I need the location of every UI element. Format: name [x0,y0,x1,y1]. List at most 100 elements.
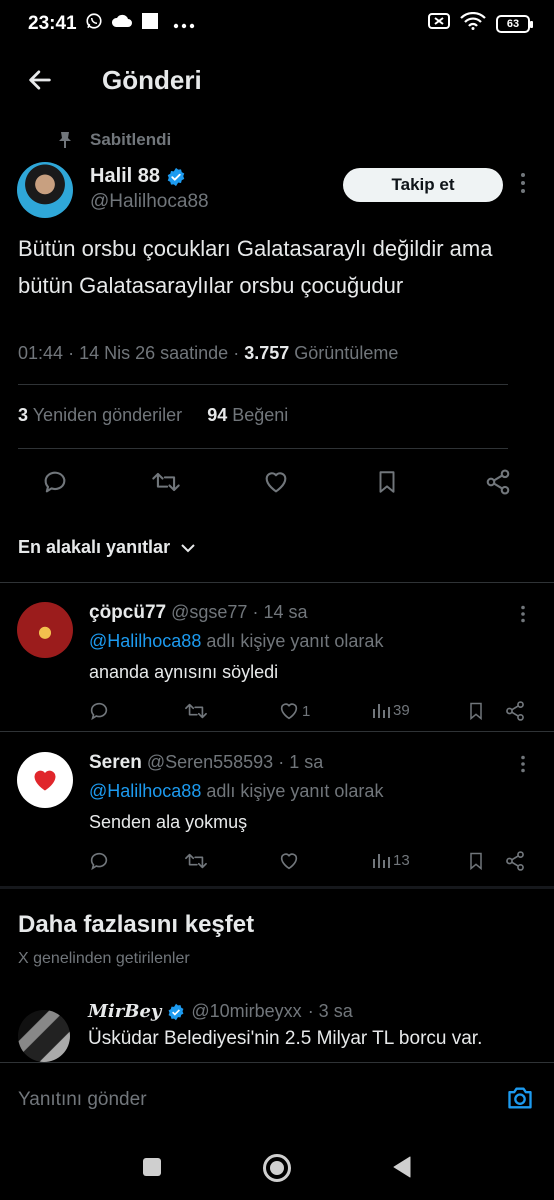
view-count: 39 [393,701,410,719]
reply-item[interactable]: çöpcü77 @sgse77 · 14 sa @Halilhoca88 adl… [0,590,554,730]
repost-icon [185,703,207,719]
tweet-stats: 3 Yeniden gönderiler 94 Beğeni [18,405,288,426]
mention-link[interactable]: @Halilhoca88 [89,781,201,801]
author-handle[interactable]: @Halilhoca88 [90,191,209,213]
reply-button[interactable] [41,468,69,501]
bookmark-button[interactable] [466,700,486,722]
views-button[interactable]: 13 [371,850,410,870]
share-button[interactable] [504,700,526,722]
share-button[interactable] [504,850,526,872]
tweet-meta: 01:44 · 14 Nis 26 saatinde · 3.757 Görün… [18,343,399,363]
reply-text: Senden ala yokmuş [89,812,248,832]
reply-author-handle[interactable]: @sgse77 [171,602,247,622]
repost-button[interactable] [151,468,181,501]
like-count: 1 [302,702,311,720]
reply-author-name[interactable]: Seren [89,752,142,773]
whatsapp-icon [85,12,103,36]
suggested-post[interactable]: MirBey @10mirbeyxx · 3 sa Üsküdar Beledi… [0,998,554,1063]
repost-button[interactable] [184,700,208,722]
explore-subtitle: X genelinden getirilenler [18,950,190,967]
verified-badge-icon [167,167,185,186]
divider [0,731,554,732]
repost-button[interactable] [184,850,208,872]
status-bar: 23:41 63 [0,0,554,48]
reply-age: · 14 sa [252,602,308,622]
tweet-date: 14 Nis 26 saatinde [79,343,229,363]
reply-composer[interactable]: Yanıtını gönder [0,1062,554,1132]
suggested-age: · 3 sa [307,1001,353,1021]
home-button[interactable] [262,1153,292,1188]
verified-badge-icon [168,1003,184,1020]
back-button[interactable] [0,66,80,94]
suggested-post-text: Üsküdar Belediyesi'nin 2.5 Milyar TL bor… [88,1028,483,1049]
recents-button[interactable] [142,1157,162,1182]
square-icon [141,12,159,36]
pinned-indicator: Sabitlendi [58,130,171,150]
likes-link[interactable]: Beğeni [232,405,288,425]
battery-saver-icon [428,13,450,35]
cloud-icon [111,13,133,35]
like-button[interactable]: 1 [278,700,310,722]
more-options-button[interactable] [520,605,526,628]
reply-text: ananda aynısını söyledi [89,662,279,682]
sort-label: En alakalı yanıtlar [18,537,171,557]
section-divider [0,886,554,889]
reply-button[interactable] [88,700,110,722]
pinned-label: Sabitlendi [90,130,172,149]
view-count: 3.757 [244,343,290,363]
square-icon [143,1158,161,1176]
avatar[interactable] [17,602,73,658]
pin-icon [59,132,71,148]
reply-to-line: @Halilhoca88 adlı kişiye yanıt olarak [89,631,384,651]
reposts-link[interactable]: Yeniden gönderiler [33,405,182,425]
chevron-down-icon [181,543,195,552]
bookmark-icon [470,852,482,871]
bookmark-icon [470,702,482,721]
reply-author-handle[interactable]: @Seren558593 [147,752,273,772]
author-name[interactable]: Halil 88 [90,165,160,188]
avatar[interactable] [17,752,73,808]
suggested-author-handle[interactable]: @10mirbeyxx [191,1001,301,1022]
reply-actions: 13 [88,850,538,874]
view-label[interactable]: Görüntüleme [294,343,398,363]
avatar[interactable] [17,162,73,218]
reply-icon [90,852,108,871]
heart-icon [280,853,298,870]
reply-button[interactable] [88,850,110,872]
more-vertical-icon [521,755,525,773]
avatar[interactable] [18,1010,70,1062]
camera-button[interactable] [506,1085,534,1116]
view-count: 13 [393,851,410,869]
repost-icon [152,472,180,492]
reply-sort-dropdown[interactable]: En alakalı yanıtlar [18,537,196,558]
more-dots-icon [173,13,195,35]
bookmark-button[interactable] [466,850,486,872]
more-vertical-icon [521,605,525,623]
reply-input[interactable]: Yanıtını gönder [18,1089,147,1111]
share-button[interactable] [484,468,512,501]
like-button[interactable] [262,468,290,501]
more-options-button[interactable] [519,172,527,199]
back-nav-button[interactable] [392,1155,412,1184]
divider [0,582,554,583]
reply-to-line: @Halilhoca88 adlı kişiye yanıt olarak [89,781,384,801]
share-icon [506,851,524,871]
reply-age: · 1 sa [278,752,324,772]
reply-icon [90,702,108,721]
reply-icon [44,471,66,493]
bookmark-icon [379,471,395,493]
tweet-time: 01:44 [18,343,64,363]
wifi-icon [460,11,486,36]
more-vertical-icon [521,173,525,193]
reply-author-name[interactable]: çöpcü77 [89,602,166,623]
bookmark-button[interactable] [374,468,400,501]
follow-button[interactable]: Takip et [343,168,503,202]
reply-item[interactable]: Seren @Seren558593 · 1 sa @Halilhoca88 a… [0,740,554,880]
mention-link[interactable]: @Halilhoca88 [89,631,201,651]
more-options-button[interactable] [520,755,526,778]
home-circle-icon [263,1154,291,1182]
views-button[interactable]: 39 [371,700,410,720]
suggested-author-name[interactable]: MirBey [88,1001,161,1022]
author-name-row[interactable]: Halil 88 [90,165,186,188]
like-button[interactable] [278,850,302,872]
